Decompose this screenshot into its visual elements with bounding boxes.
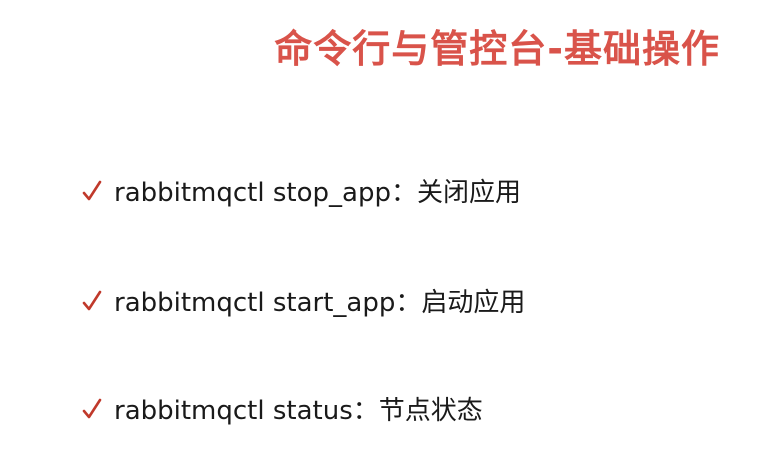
list-item: rabbitmqctl start_app：启动应用 [82, 285, 525, 321]
list-item-text: rabbitmqctl start_app：启动应用 [114, 288, 526, 318]
check-icon [82, 394, 102, 424]
list-item: rabbitmqctl status：节点状态 [82, 393, 483, 429]
list-item-text: rabbitmqctl stop_app：关闭应用 [114, 178, 521, 208]
check-icon [82, 176, 102, 206]
check-icon [82, 286, 102, 316]
slide: 命令行与管控台-基础操作 rabbitmqctl stop_app：关闭应用 r… [0, 0, 774, 453]
slide-title: 命令行与管控台-基础操作 [274, 27, 720, 71]
list-item-text: rabbitmqctl status：节点状态 [114, 396, 483, 426]
list-item: rabbitmqctl stop_app：关闭应用 [82, 175, 521, 211]
